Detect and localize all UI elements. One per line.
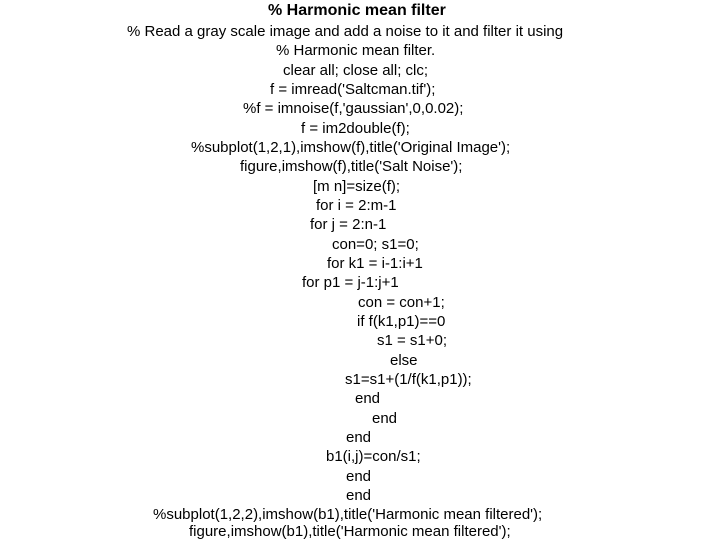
code-line-end-k1: end (346, 429, 372, 446)
code-line-comment-2: % Harmonic mean filter. (276, 42, 436, 59)
code-line-clear: clear all; close all; clc; (283, 62, 429, 79)
code-line-con-inc: con = con+1; (358, 294, 445, 311)
code-line-figure-1: figure,imshow(f),title('Salt Noise'); (240, 158, 463, 175)
code-line-subplot-1: %subplot(1,2,1),imshow(f),title('Origina… (191, 139, 511, 156)
code-line-if: if f(k1,p1)==0 (357, 313, 446, 330)
code-line-else: else (390, 352, 418, 369)
code-line-b1: b1(i,j)=con/s1; (326, 448, 421, 465)
code-line-for-j: for j = 2:n-1 (310, 216, 387, 233)
code-line-end-j: end (346, 468, 372, 485)
slide-title: % Harmonic mean filter (268, 2, 446, 19)
code-line-imread: f = imread('Saltcman.tif'); (270, 81, 436, 98)
code-line-end-i: end (346, 487, 372, 504)
code-line-imnoise: %f = imnoise(f,'gaussian',0,0.02); (243, 100, 464, 117)
code-line-for-i: for i = 2:m-1 (316, 197, 397, 214)
code-line-end-if: end (355, 390, 381, 407)
code-line-for-p1: for p1 = j-1:j+1 (302, 274, 399, 291)
code-line-init: con=0; s1=0; (332, 236, 419, 253)
code-line-size: [m n]=size(f); (313, 178, 401, 195)
code-line-s1-zero: s1 = s1+0; (377, 332, 448, 349)
code-line-end-p1: end (372, 410, 398, 427)
code-line-for-k1: for k1 = i-1:i+1 (327, 255, 423, 272)
code-line-figure-2: figure,imshow(b1),title('Harmonic mean f… (189, 523, 511, 540)
code-line-s1-accum: s1=s1+(1/f(k1,p1)); (345, 371, 472, 388)
code-line-im2double: f = im2double(f); (301, 120, 410, 137)
code-line-comment-1: % Read a gray scale image and add a nois… (127, 23, 564, 40)
